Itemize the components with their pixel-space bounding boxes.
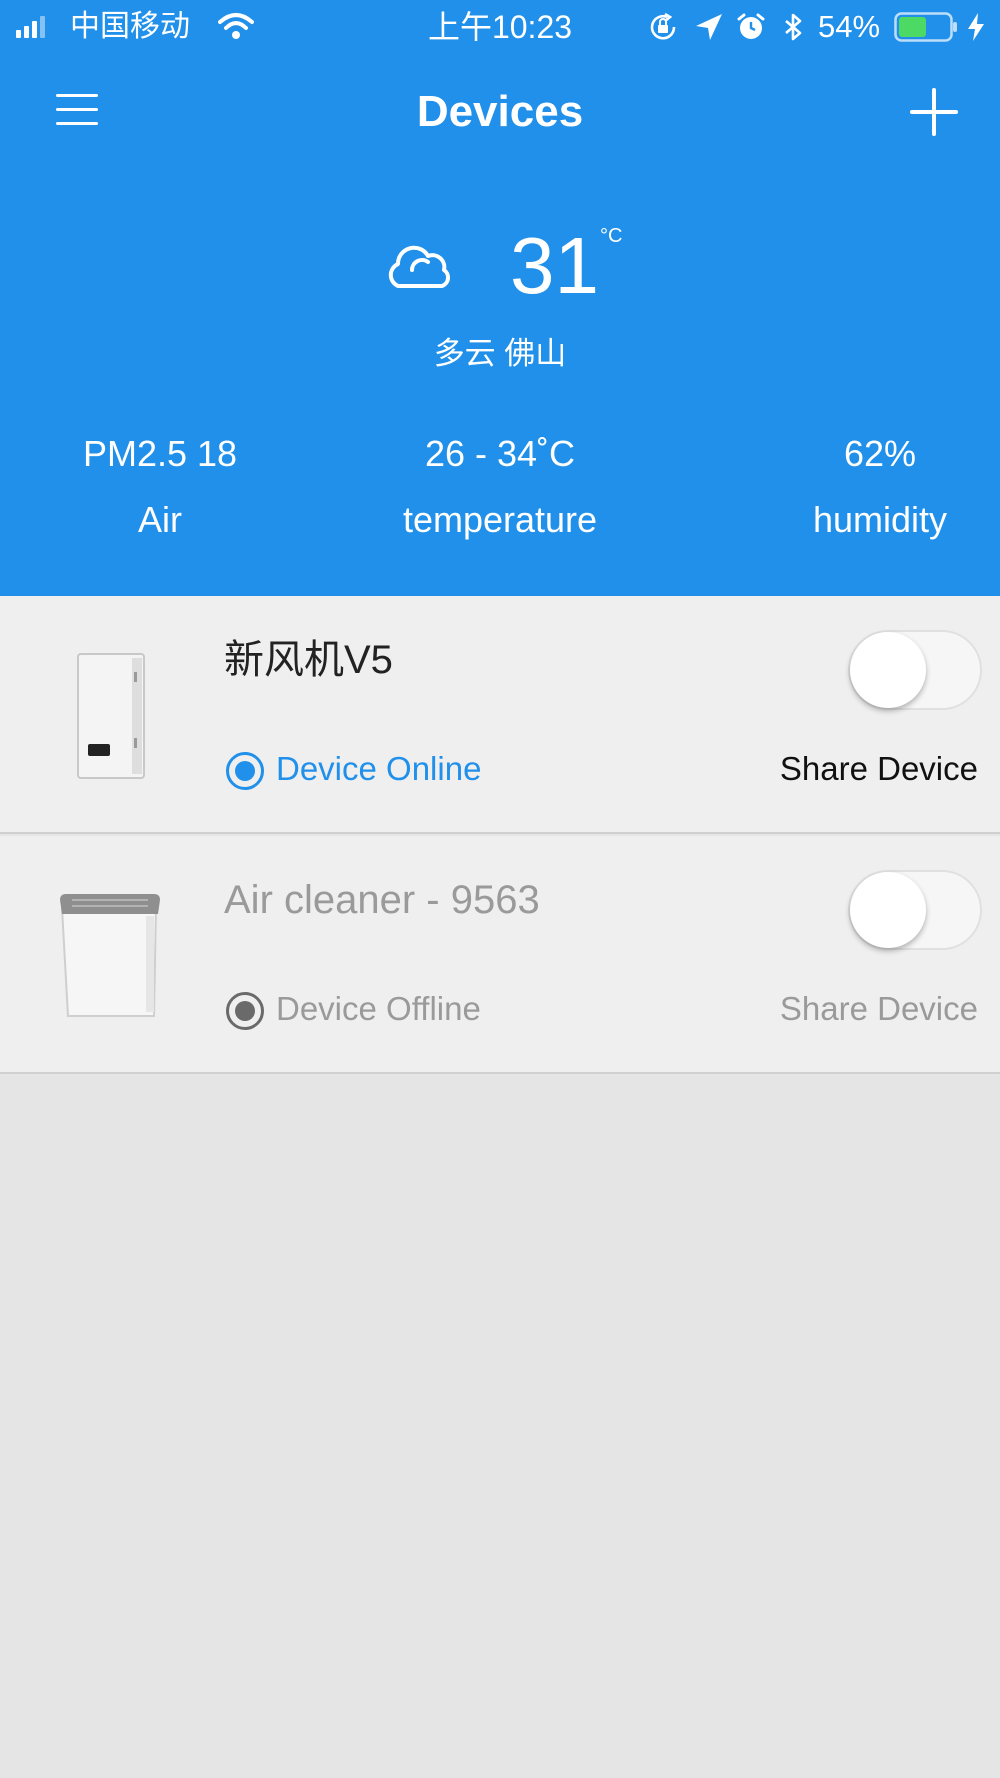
stat-value: 26 - 34˚C (424, 433, 576, 474)
stat-label: humidity (812, 499, 948, 540)
alarm-icon (737, 13, 765, 39)
status-indicator-icon (226, 992, 264, 1030)
temperature-unit: °C (600, 225, 623, 247)
location-icon (696, 14, 722, 40)
stat-value: PM2.5 18 (82, 433, 238, 474)
device-status: Device Online (276, 750, 482, 787)
toggle-knob (850, 872, 926, 948)
air-cleaner-image (60, 894, 160, 1017)
bluetooth-icon (785, 13, 802, 41)
device-card[interactable]: 新风机V5 Device Online Share Device (0, 596, 1000, 834)
share-device-link[interactable]: Share Device (780, 986, 978, 1032)
stat-temperature: 26 - 34˚C temperature (350, 430, 650, 544)
device-name: Air cleaner - 9563 (224, 878, 540, 922)
stat-value: 62% (843, 433, 917, 474)
weather-condition-city: 多云 佛山 (433, 336, 567, 371)
battery-icon (894, 12, 957, 42)
status-bar: 中国移动 上午10:23 54% (0, 0, 1000, 54)
page-title: Devices (416, 87, 584, 136)
fresh-air-unit-image (77, 653, 145, 779)
stat-air: PM2.5 18 Air (10, 430, 310, 544)
cloud-icon (388, 245, 450, 288)
add-device-button[interactable] (906, 84, 962, 140)
toggle-knob (850, 632, 926, 708)
power-toggle[interactable] (848, 870, 982, 950)
status-indicator-icon (226, 752, 264, 790)
orientation-lock-icon (650, 12, 676, 40)
stat-humidity: 62% humidity (730, 430, 1000, 544)
header: 中国移动 上午10:23 54% Devices 31 °C 多云 佛山 PM2… (0, 0, 1000, 596)
device-status: Device Offline (276, 990, 481, 1027)
stat-label: Air (138, 499, 182, 540)
battery-percent: 54% (818, 9, 881, 44)
power-toggle[interactable] (848, 630, 982, 710)
share-device-link[interactable]: Share Device (780, 746, 978, 792)
charging-icon (968, 13, 984, 41)
current-temperature: 31 (510, 221, 599, 310)
device-name: 新风机V5 (224, 638, 393, 682)
device-card[interactable]: Air cleaner - 9563 Device Offline Share … (0, 836, 1000, 1074)
stat-label: temperature (402, 499, 598, 540)
